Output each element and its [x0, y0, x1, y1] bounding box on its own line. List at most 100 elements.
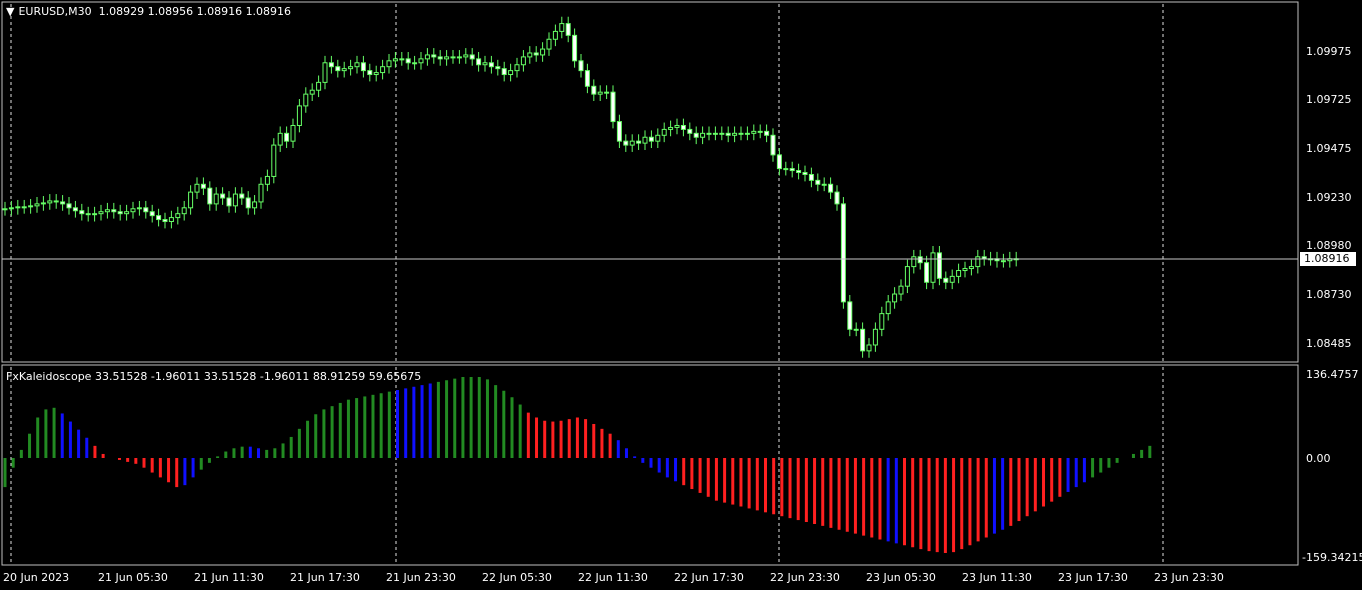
time-tick: 23 Jun 11:30: [962, 571, 1032, 584]
candle-body: [821, 183, 827, 186]
candle-body: [885, 301, 891, 315]
candle-body: [789, 168, 795, 172]
candle-body: [431, 54, 437, 58]
candle-body: [930, 252, 936, 283]
candle-body: [53, 200, 59, 203]
candle-body: [232, 193, 238, 207]
candle-body: [508, 70, 514, 76]
candle-body: [584, 70, 590, 87]
candle-body: [712, 132, 718, 135]
candle-body: [188, 191, 194, 209]
candle-body: [546, 38, 552, 50]
candle-body: [386, 60, 392, 68]
candle-body: [373, 72, 379, 76]
candle-body: [98, 211, 104, 215]
candle-body: [296, 105, 302, 126]
candle-body: [591, 85, 597, 95]
candle-body: [872, 328, 878, 346]
candle-body: [380, 66, 386, 74]
candle-body: [642, 136, 648, 144]
time-tick: 21 Jun 11:30: [194, 571, 264, 584]
price-tick: 1.09230: [1306, 191, 1352, 204]
candle-body: [156, 215, 162, 221]
candle-body: [693, 132, 699, 138]
chart-title[interactable]: ▼ EURUSD,M30 1.08929 1.08956 1.08916 1.08…: [6, 5, 291, 18]
candle-body: [840, 203, 846, 303]
candle-body: [853, 328, 859, 331]
candle-body: [834, 191, 840, 205]
candle-body: [610, 91, 616, 123]
candle-body: [316, 81, 322, 91]
indicator-title: FxKaleidoscope 33.51528 -1.96011 33.5152…: [6, 370, 422, 383]
candle-body: [85, 213, 91, 216]
candle-body: [239, 193, 245, 199]
candle-body: [367, 70, 373, 76]
candle-body: [143, 207, 149, 213]
candle-body: [168, 217, 174, 223]
indicator-histogram: [3, 377, 1152, 554]
candle-body: [213, 193, 219, 205]
candle-body: [226, 197, 232, 207]
candle-body: [917, 256, 923, 264]
time-tick: 23 Jun 23:30: [1154, 571, 1224, 584]
chart-canvas[interactable]: [0, 0, 1362, 590]
candle-body: [501, 68, 507, 76]
candle-body: [124, 211, 130, 215]
price-tick: 1.08730: [1306, 288, 1352, 301]
candle-body: [463, 54, 469, 58]
price-tick: 1.09975: [1306, 45, 1352, 58]
candle-body: [348, 66, 354, 70]
candle-body: [399, 58, 405, 61]
candle-body: [808, 173, 814, 181]
candle-body: [879, 313, 885, 330]
time-tick: 22 Jun 05:30: [482, 571, 552, 584]
candle-body: [674, 124, 680, 128]
candle-body: [962, 268, 968, 272]
candle-body: [136, 207, 142, 210]
price-tick: 1.08980: [1306, 239, 1352, 252]
candle-body: [47, 200, 53, 204]
candle-body: [623, 140, 629, 146]
candle-body: [668, 126, 674, 130]
candle-body: [616, 121, 622, 142]
candle-body: [28, 205, 34, 208]
candle-body: [412, 62, 418, 65]
candle-body: [392, 58, 398, 62]
candle-body: [1000, 260, 1006, 263]
candle-body: [815, 179, 821, 185]
main-chart-frame: [1, 1, 1299, 363]
time-tick: 20 Jun 2023: [3, 571, 70, 584]
candle-body: [476, 58, 482, 66]
candle-body: [469, 54, 475, 60]
time-tick: 22 Jun 11:30: [578, 571, 648, 584]
candle-body: [981, 256, 987, 260]
candle-body: [444, 56, 450, 60]
candle-body: [847, 301, 853, 330]
candle-body: [482, 62, 488, 66]
candle-body: [578, 60, 584, 72]
candle-body: [776, 154, 782, 170]
time-tick: 23 Jun 05:30: [866, 571, 936, 584]
candle-body: [79, 210, 85, 215]
candle-body: [770, 134, 776, 156]
price-tick: 1.08485: [1306, 337, 1352, 350]
indicator-tick: -159.34215: [1302, 551, 1362, 564]
candle-body: [8, 207, 14, 210]
candle-body: [936, 252, 942, 279]
candle-body: [943, 277, 949, 283]
candle-body: [744, 132, 750, 135]
candle-body: [565, 23, 571, 36]
candle-body: [540, 48, 546, 56]
candle-body: [648, 136, 654, 142]
candle-body: [245, 197, 251, 209]
candle-body: [687, 128, 693, 134]
price-tick: 1.09475: [1306, 142, 1352, 155]
candle-body: [680, 124, 686, 130]
indicator-tick: 136.4757: [1306, 368, 1359, 381]
collapse-arrow-icon[interactable]: ▼: [6, 5, 14, 18]
candle-body: [60, 201, 66, 205]
candle-body: [15, 206, 21, 209]
candle-body: [751, 130, 757, 134]
price-tick: 1.09725: [1306, 93, 1352, 106]
candle-body: [559, 23, 565, 32]
